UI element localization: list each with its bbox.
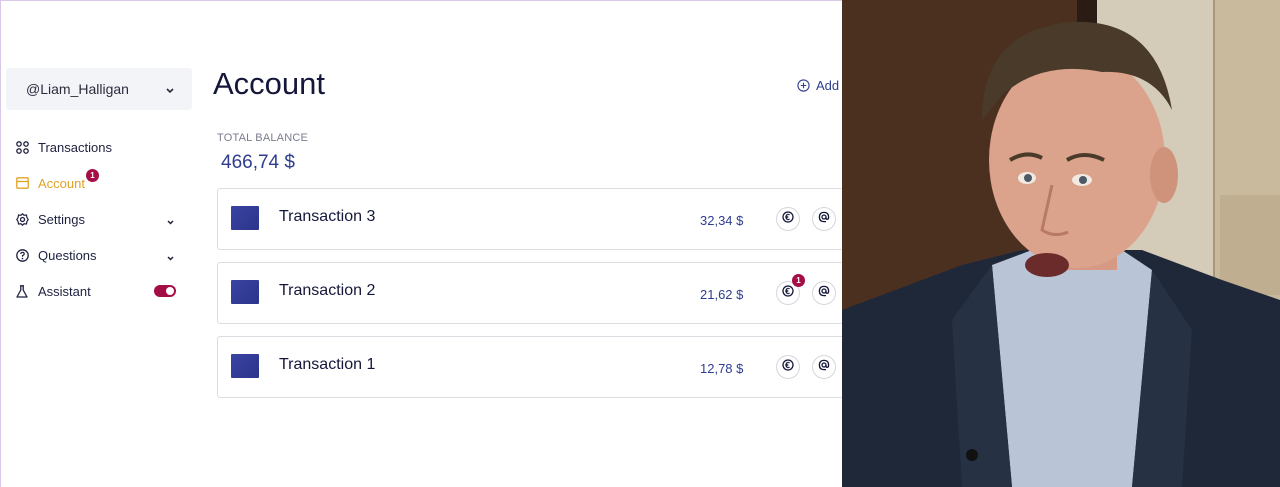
notification-badge: 1 bbox=[86, 169, 99, 182]
add-button-label: Add bbox=[816, 78, 840, 93]
transaction-row[interactable]: Transaction 3 32,34 $ bbox=[217, 188, 842, 250]
assistant-toggle[interactable] bbox=[154, 285, 176, 297]
grid-icon bbox=[14, 139, 30, 155]
total-balance-value: 466,74 $ bbox=[221, 152, 295, 173]
flask-icon bbox=[14, 283, 30, 299]
plus-circle-icon bbox=[797, 79, 810, 92]
transaction-amount: 32,34 $ bbox=[700, 213, 744, 228]
wallet-icon bbox=[14, 175, 30, 191]
sidebar-item-label: Settings bbox=[38, 211, 85, 227]
page-title: Account bbox=[213, 66, 326, 101]
user-handle: @Liam_Halligan bbox=[26, 81, 129, 97]
transaction-name: Transaction 2 bbox=[279, 282, 376, 299]
app-window: @Liam_Halligan Transactions Account 1 Se… bbox=[0, 0, 842, 487]
euro-icon bbox=[782, 284, 794, 302]
total-balance-label: TOTAL BALANCE bbox=[217, 132, 309, 144]
question-icon bbox=[14, 247, 30, 263]
transaction-thumbnail bbox=[231, 280, 259, 304]
gear-icon bbox=[14, 211, 30, 227]
at-sign-icon bbox=[818, 284, 830, 302]
at-sign-icon bbox=[818, 210, 830, 228]
chevron-down-icon bbox=[166, 81, 174, 97]
transaction-name: Transaction 1 bbox=[279, 356, 376, 373]
euro-button[interactable] bbox=[776, 207, 800, 231]
euro-icon bbox=[782, 210, 794, 228]
user-account-dropdown[interactable]: @Liam_Halligan bbox=[6, 68, 192, 110]
transaction-amount: 21,62 $ bbox=[700, 287, 744, 302]
notification-badge: 1 bbox=[792, 274, 805, 287]
sidebar-item-label: Assistant bbox=[38, 283, 91, 299]
add-button[interactable]: Add bbox=[797, 78, 839, 93]
presenter-image bbox=[842, 0, 1280, 487]
transaction-thumbnail bbox=[231, 354, 259, 378]
euro-icon bbox=[782, 358, 794, 376]
sidebar-item-transactions[interactable]: Transactions bbox=[14, 129, 178, 165]
transaction-list: Transaction 3 32,34 $ Transaction 2 21,6… bbox=[217, 188, 842, 410]
sidebar-item-label: Transactions bbox=[38, 139, 112, 155]
sidebar-item-assistant[interactable]: Assistant bbox=[14, 273, 178, 309]
mention-button[interactable] bbox=[812, 207, 836, 231]
chevron-down-icon bbox=[167, 213, 174, 228]
euro-button[interactable] bbox=[776, 355, 800, 379]
mention-button[interactable] bbox=[812, 281, 836, 305]
presenter-video bbox=[842, 0, 1280, 487]
mention-button[interactable] bbox=[812, 355, 836, 379]
transaction-row[interactable]: Transaction 2 21,62 $ 1 bbox=[217, 262, 842, 324]
transaction-thumbnail bbox=[231, 206, 259, 230]
sidebar-item-questions[interactable]: Questions bbox=[14, 237, 178, 273]
at-sign-icon bbox=[818, 358, 830, 376]
transaction-name: Transaction 3 bbox=[279, 208, 376, 225]
sidebar-item-label: Account bbox=[38, 175, 85, 191]
sidebar-item-account[interactable]: Account 1 bbox=[14, 165, 178, 201]
sidebar-item-label: Questions bbox=[38, 247, 97, 263]
sidebar-nav: Transactions Account 1 Settings Question… bbox=[14, 129, 178, 309]
transaction-row[interactable]: Transaction 1 12,78 $ bbox=[217, 336, 842, 398]
transaction-amount: 12,78 $ bbox=[700, 361, 744, 376]
chevron-down-icon bbox=[167, 249, 174, 264]
sidebar-item-settings[interactable]: Settings bbox=[14, 201, 178, 237]
